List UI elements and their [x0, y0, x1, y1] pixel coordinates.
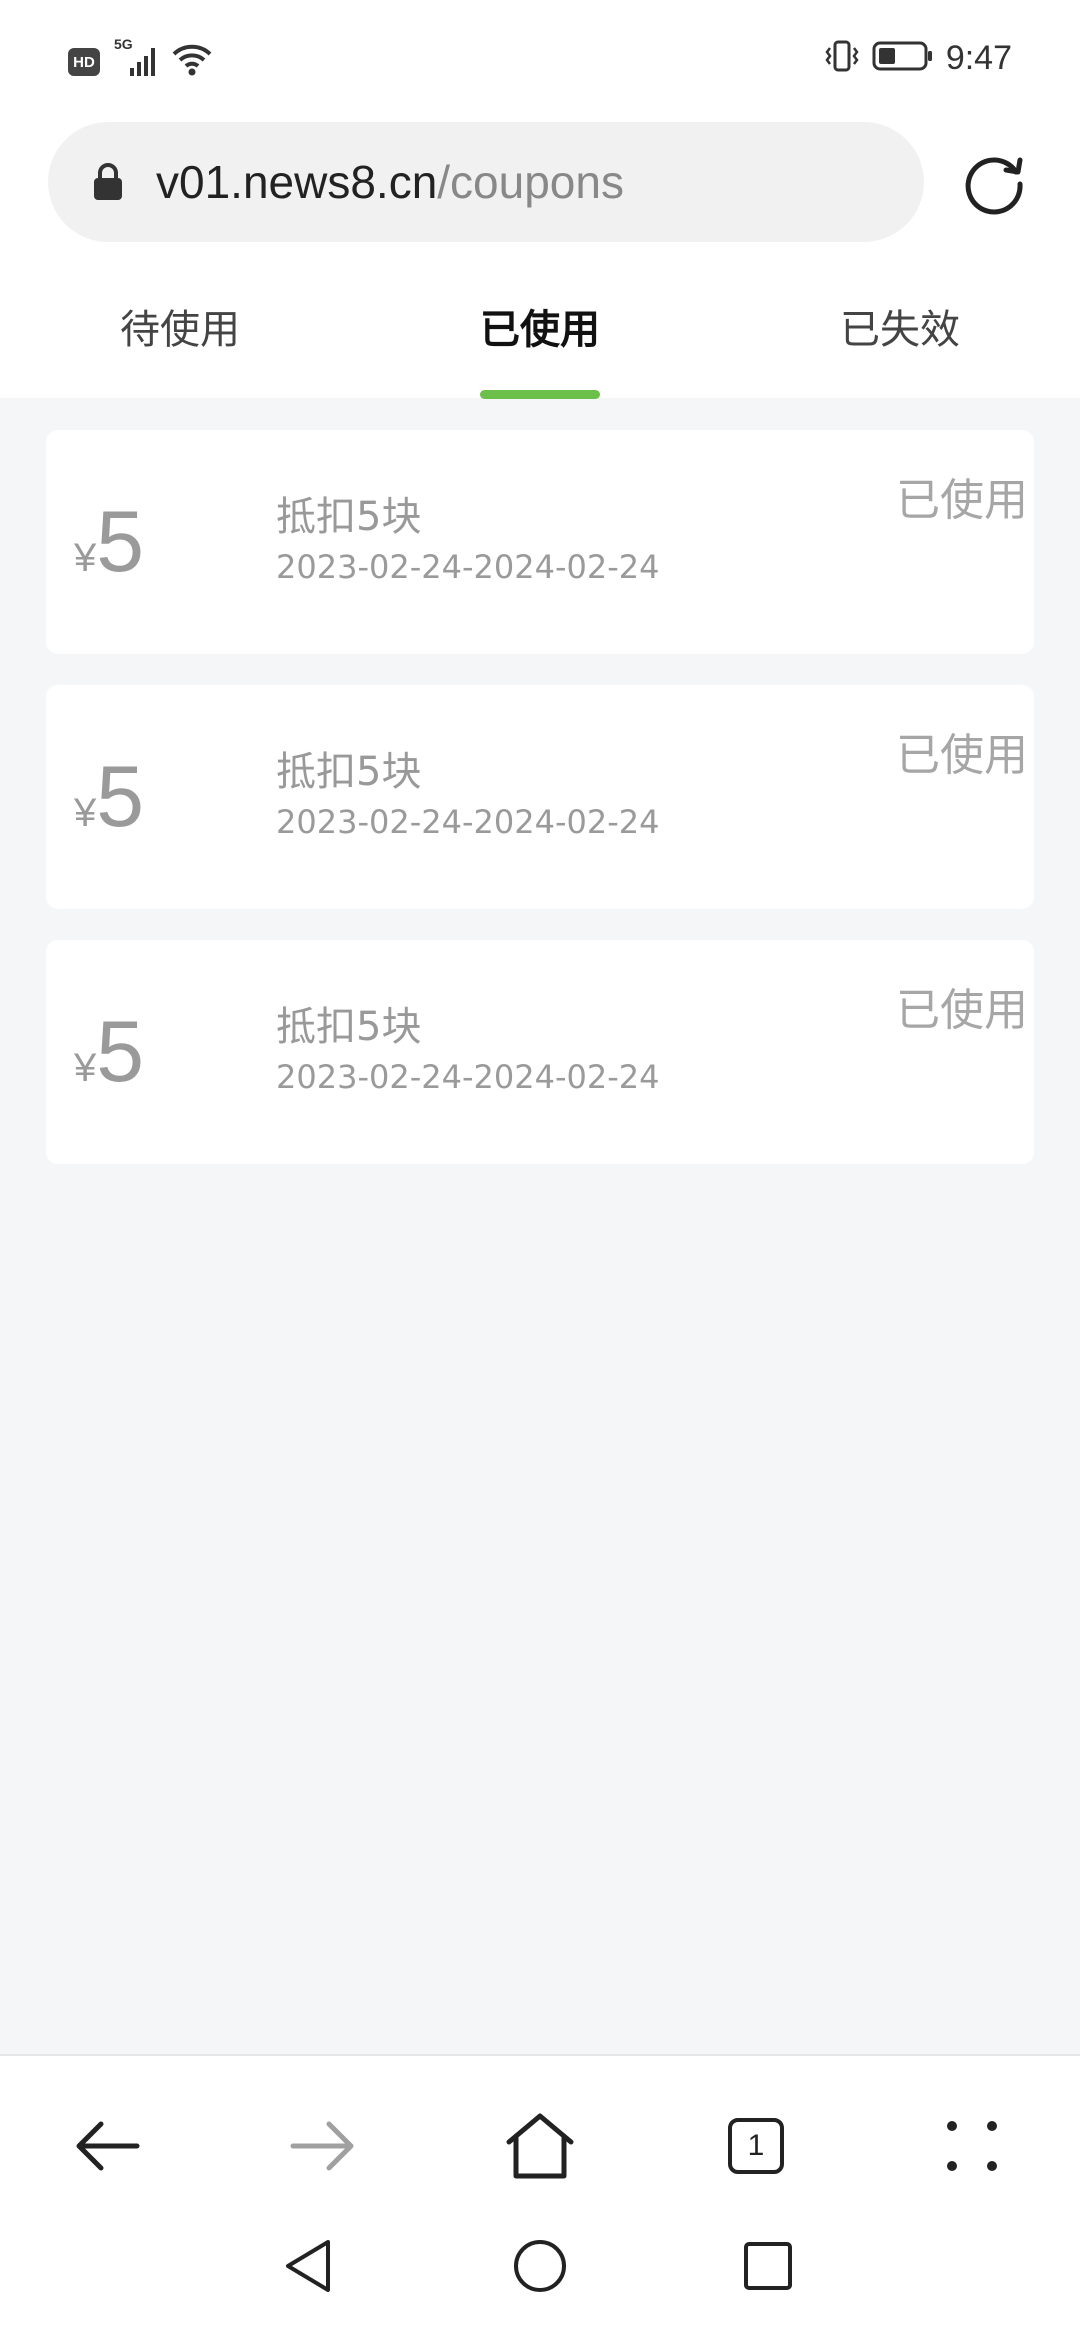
browser-toolbar: 1 [0, 2054, 1080, 2226]
forward-arrow-icon [290, 2121, 354, 2171]
coupon-date-range: 2023-02-24-2024-02-24 [276, 803, 660, 841]
tab-pending[interactable]: 待使用 [0, 270, 360, 398]
reload-icon [965, 157, 1023, 215]
home-icon [506, 2113, 574, 2179]
tab-used[interactable]: 已使用 [360, 270, 720, 398]
coupon-title: 抵扣5块 [276, 749, 422, 795]
back-button[interactable] [57, 2096, 157, 2196]
coupon-title: 抵扣5块 [276, 1004, 422, 1050]
status-bar-right: 9:47 [824, 38, 1012, 78]
currency-symbol: ¥ [74, 1046, 97, 1090]
coupon-price: ¥5 [74, 1002, 144, 1102]
url-domain: v01.news8.cn [156, 156, 438, 208]
coupon-amount: 5 [96, 1004, 145, 1100]
coupon-price: ¥5 [74, 747, 144, 847]
system-home-button[interactable] [500, 2226, 580, 2306]
tab-expired[interactable]: 已失效 [720, 270, 1080, 398]
coupon-title: 抵扣5块 [276, 494, 422, 540]
nav-back-icon [286, 2240, 330, 2292]
system-recents-button[interactable] [728, 2226, 808, 2306]
currency-symbol: ¥ [74, 791, 97, 835]
forward-button[interactable] [273, 2096, 373, 2196]
coupon-amount: 5 [96, 494, 145, 590]
currency-symbol: ¥ [74, 536, 97, 580]
back-arrow-icon [76, 2121, 140, 2171]
cellular-signal-icon: 5G [114, 36, 158, 76]
coupon-date-range: 2023-02-24-2024-02-24 [276, 548, 660, 586]
menu-button[interactable] [922, 2096, 1022, 2196]
menu-dots-icon [947, 2121, 997, 2171]
clock-time: 9:47 [945, 38, 1012, 77]
coupon-amount: 5 [96, 749, 145, 845]
coupon-status-label: 已使用 [896, 985, 1028, 1036]
status-bar: HD 5G 9:47 [0, 0, 1080, 110]
url-text: v01.news8.cn/coupons [156, 122, 624, 242]
wifi-icon [172, 42, 212, 76]
system-back-button[interactable] [268, 2226, 348, 2306]
vibrate-icon [824, 39, 860, 77]
coupon-card[interactable]: ¥5 抵扣5块 2023-02-24-2024-02-24 已使用 [46, 430, 1034, 654]
nav-recents-icon [744, 2242, 792, 2290]
hd-icon: HD [68, 48, 100, 76]
url-path: /coupons [437, 156, 624, 208]
status-bar-left: HD 5G [68, 36, 212, 76]
coupon-card[interactable]: ¥5 抵扣5块 2023-02-24-2024-02-24 已使用 [46, 940, 1034, 1164]
coupon-status-label: 已使用 [896, 730, 1028, 781]
coupon-status-tabs: 待使用 已使用 已失效 [0, 270, 1080, 398]
system-nav-bar [0, 2224, 1080, 2340]
battery-icon [872, 39, 934, 77]
active-tab-indicator [480, 390, 600, 399]
coupon-status-label: 已使用 [896, 475, 1028, 526]
coupon-list: ¥5 抵扣5块 2023-02-24-2024-02-24 已使用 ¥5 抵扣5… [46, 430, 1034, 1195]
home-button[interactable] [490, 2096, 590, 2196]
nav-home-icon [514, 2240, 566, 2292]
address-bar[interactable]: v01.news8.cn/coupons [48, 122, 924, 242]
coupon-price: ¥5 [74, 492, 144, 592]
tabs-button[interactable]: 1 [706, 2096, 806, 2196]
tabs-icon: 1 [728, 2118, 784, 2174]
coupon-date-range: 2023-02-24-2024-02-24 [276, 1058, 660, 1096]
lock-icon [92, 162, 124, 202]
top-area: HD 5G 9:47 v01.news8.cn/coupons 待使用 已使用 … [0, 0, 1080, 399]
coupon-card[interactable]: ¥5 抵扣5块 2023-02-24-2024-02-24 已使用 [46, 685, 1034, 909]
reload-button[interactable] [960, 148, 1028, 216]
